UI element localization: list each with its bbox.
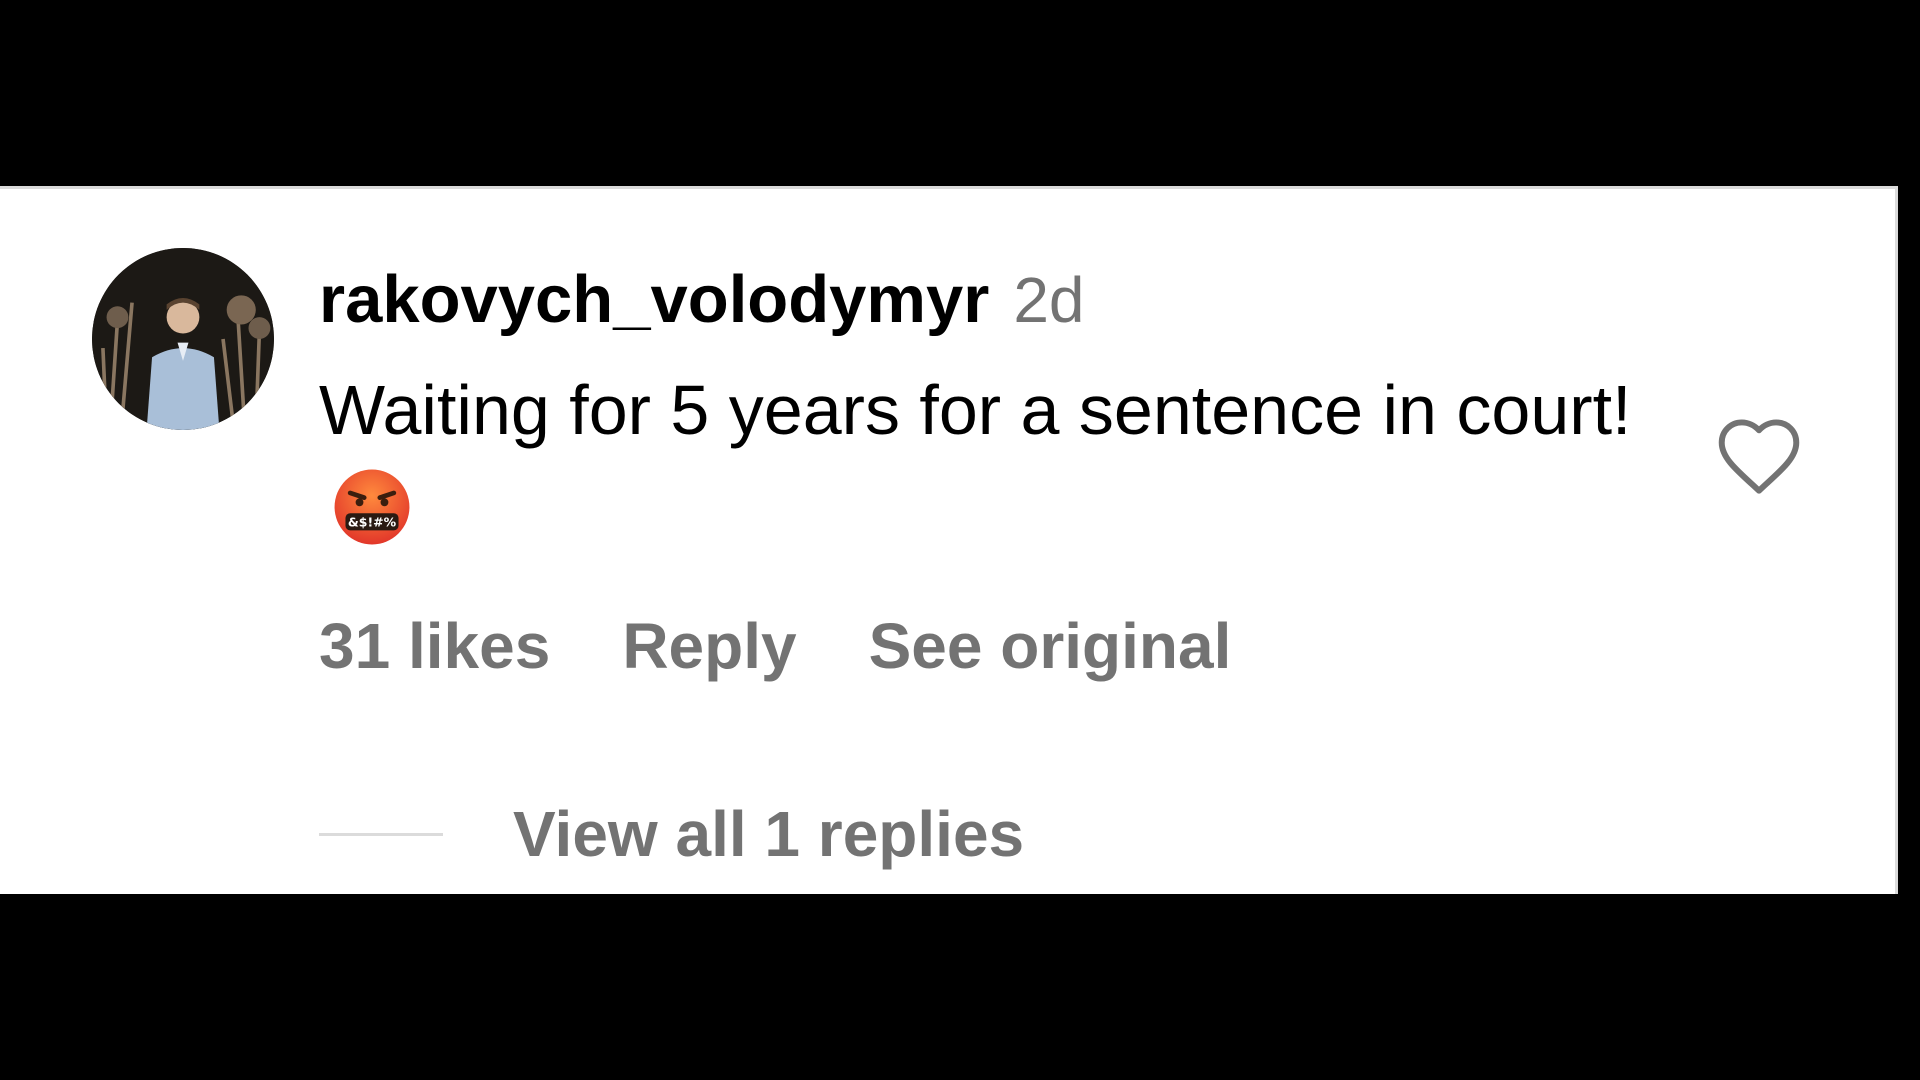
comment-body: Waiting for 5 years for a sentence in co… xyxy=(319,359,1659,563)
screenshot-frame: rakovych_volodymyr 2d Waiting for 5 year… xyxy=(0,0,1920,1080)
emoji-symbols: &$!#% xyxy=(348,515,397,530)
view-all-replies-button[interactable]: View all 1 replies xyxy=(513,797,1024,871)
avatar-photo xyxy=(92,248,274,430)
comment-actions: 31 likes Reply See original xyxy=(319,609,1231,683)
like-heart-icon[interactable] xyxy=(1714,415,1804,497)
comment-timestamp[interactable]: 2d xyxy=(1013,263,1084,337)
replies-divider xyxy=(319,832,443,836)
username-link[interactable]: rakovych_volodymyr xyxy=(319,261,989,338)
comment-panel: rakovych_volodymyr 2d Waiting for 5 year… xyxy=(0,186,1898,894)
see-original-button[interactable]: See original xyxy=(869,609,1232,683)
avatar[interactable] xyxy=(92,248,274,430)
reply-button[interactable]: Reply xyxy=(622,609,796,683)
comment-text: Waiting for 5 years for a sentence in co… xyxy=(319,371,1632,449)
comment-header: rakovych_volodymyr 2d xyxy=(319,261,1085,338)
cursing-face-emoji-icon: &$!#% xyxy=(333,468,411,546)
view-replies-row: View all 1 replies xyxy=(319,797,1024,871)
likes-count-button[interactable]: 31 likes xyxy=(319,609,550,683)
